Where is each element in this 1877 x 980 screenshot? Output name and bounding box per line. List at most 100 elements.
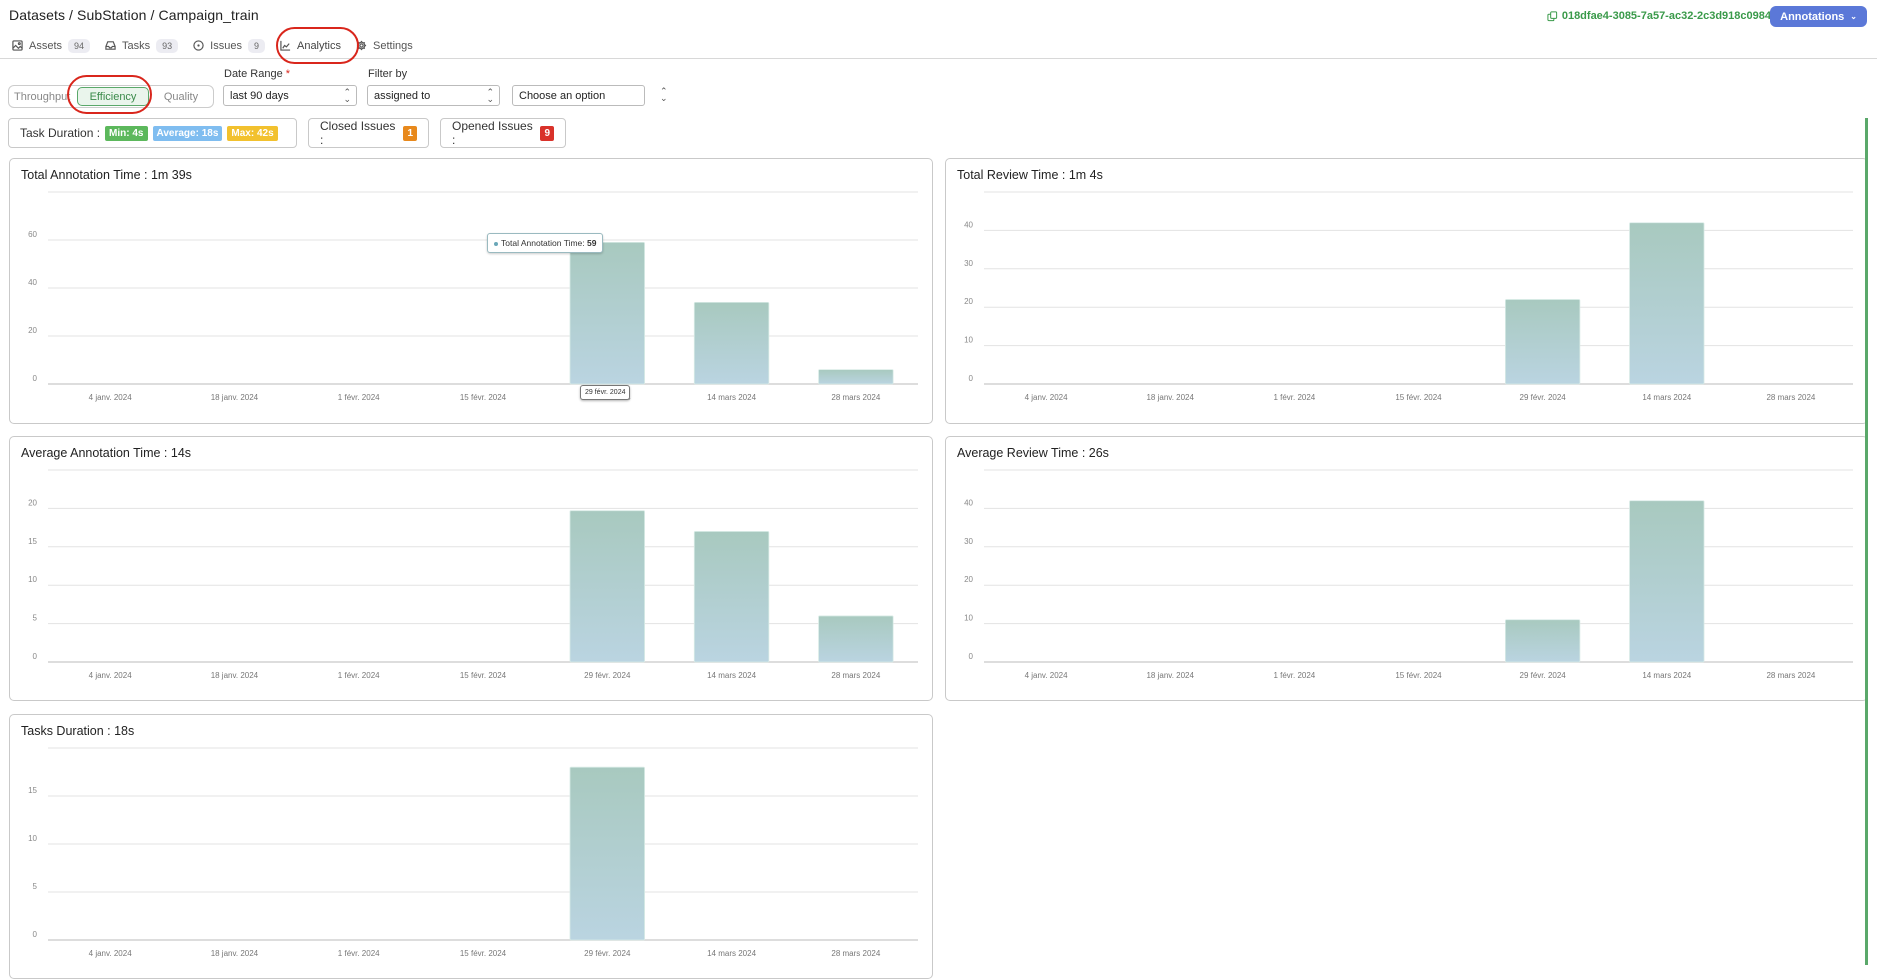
task-duration-label: Task Duration :	[20, 126, 101, 140]
chart-card-total-review-time: Total Review Time : 1m 4s 0 10 20 30 40 4 jan…	[945, 158, 1868, 424]
tab-settings[interactable]: Settings	[356, 40, 413, 52]
view-efficiency[interactable]: Efficiency	[77, 87, 149, 106]
view-switcher: Throughput Efficiency Quality	[8, 85, 214, 108]
y-tick-label: 10	[964, 614, 973, 623]
task-duration-stat: Task Duration : Min: 4s Average: 18s Max…	[8, 118, 297, 148]
tab-count: 93	[156, 38, 179, 53]
x-tick-label: 29 févr. 2024	[1520, 393, 1567, 402]
max-badge: Max: 42s	[227, 125, 278, 141]
bar[interactable]	[1629, 500, 1705, 663]
select-chevrons-icon[interactable]: ⌃ ⌄	[660, 87, 668, 103]
opened-issues-badge: 9	[540, 125, 554, 141]
tab-label: Tasks	[122, 39, 151, 52]
tab-analytics[interactable]: Analytics	[280, 40, 341, 52]
bar[interactable]	[569, 510, 645, 663]
annotations-button[interactable]: Annotations ⌄	[1770, 6, 1867, 27]
opened-issues-label: Opened Issues :	[452, 119, 533, 147]
tab-label: Issues	[210, 39, 242, 52]
bar-chart: 0 10 20 30 40 4 janv. 2024 18 janv. 2024 1 févr…	[964, 191, 1853, 402]
view-throughput[interactable]: Throughput	[9, 86, 77, 107]
series-dot-icon	[494, 241, 498, 246]
x-tick-label: 18 janv. 2024	[1146, 671, 1194, 680]
breadcrumb[interactable]: Datasets / SubStation / Campaign_train	[9, 7, 259, 23]
select-chevrons-icon: ⌃ ⌄	[486, 87, 494, 104]
filter-by-select[interactable]: assigned to ⌃ ⌄	[367, 85, 500, 106]
x-tick-label: 28 mars 2024	[1766, 671, 1815, 680]
x-tick-label: 29 févr. 2024	[584, 949, 631, 958]
bar[interactable]	[569, 242, 645, 385]
x-tick-label: 1 févr. 2024	[1273, 671, 1315, 680]
required-marker: *	[285, 68, 291, 80]
bar[interactable]	[818, 369, 894, 385]
filter-by-value: assigned to	[374, 89, 431, 102]
y-tick-label: 15	[28, 786, 37, 795]
opened-issues-stat: Opened Issues : 9	[440, 118, 566, 148]
x-tick-label: 15 févr. 2024	[1395, 393, 1442, 402]
bar-chart: 0 5 10 15 4 janv. 2024 18 janv. 2024 1 févr. 2…	[28, 747, 918, 958]
x-tick-label: 18 janv. 2024	[211, 671, 259, 680]
x-tick-label: 1 févr. 2024	[338, 671, 380, 680]
bar-chart: 0 20 40 60 4 janv. 2024 18 janv. 2024 1 févr. …	[28, 191, 918, 402]
bar-chart: 0 10 20 30 40 4 janv. 2024 18 janv. 2024 1 févr…	[964, 469, 1853, 680]
x-tick-label: 14 mars 2024	[707, 671, 756, 680]
bar[interactable]	[1629, 222, 1705, 385]
x-tick-label: 15 févr. 2024	[1395, 671, 1442, 680]
bar[interactable]	[693, 531, 770, 663]
x-tick-label: 4 janv. 2024	[89, 393, 133, 402]
y-tick-label: 15	[28, 537, 37, 546]
y-tick-label: 0	[33, 374, 38, 383]
x-tick-label: 28 mars 2024	[831, 393, 880, 402]
y-tick-label: 40	[964, 220, 973, 229]
x-tick-label: 29 févr. 2024	[1520, 671, 1567, 680]
bar[interactable]	[1505, 299, 1581, 385]
tab-issues[interactable]: Issues 9	[193, 38, 265, 53]
chart-card-average-review-time: Average Review Time : 26s 0 10 20 30 40 4 jan…	[945, 436, 1868, 701]
view-quality[interactable]: Quality	[149, 86, 213, 107]
x-tick-label: 14 mars 2024	[1642, 671, 1691, 680]
dataset-id-text: 018dfae4-3085-7a57-ac32-2c3d918c0984	[1561, 10, 1771, 22]
y-tick-label: 20	[964, 575, 973, 584]
tab-label: Analytics	[296, 39, 342, 52]
date-range-select[interactable]: last 90 days ⌃ ⌄	[223, 85, 357, 106]
x-tick-label: 28 mars 2024	[831, 671, 880, 680]
x-tick-label: 4 janv. 2024	[89, 949, 133, 958]
y-tick-label: 10	[28, 575, 37, 584]
x-tick-label: 18 janv. 2024	[211, 949, 259, 958]
chart-card-average-annotation-time: Average Annotation Time : 14s 0 5 10 15 20 4 …	[9, 436, 933, 701]
tooltip-value: 59	[587, 238, 597, 248]
y-tick-label: 20	[28, 498, 37, 507]
y-tick-label: 60	[28, 230, 37, 239]
x-tick-label: 18 janv. 2024	[211, 393, 259, 402]
x-tick-label: 1 févr. 2024	[338, 393, 380, 402]
tab-tasks[interactable]: Tasks 93	[105, 38, 179, 53]
bar[interactable]	[1505, 619, 1581, 663]
scrollbar[interactable]	[1865, 118, 1868, 965]
x-tick-label: 15 févr. 2024	[460, 393, 507, 402]
option-select[interactable]: Choose an option	[512, 85, 645, 106]
top-bar: Datasets / SubStation / Campaign_train 0…	[0, 0, 1877, 30]
dataset-id[interactable]: 018dfae4-3085-7a57-ac32-2c3d918c0984	[1547, 10, 1771, 22]
tab-label: Assets	[29, 39, 63, 52]
select-chevrons-icon: ⌃ ⌄	[343, 87, 351, 104]
tab-count: 94	[68, 38, 91, 53]
x-axis-tooltip: 29 févr. 2024	[580, 385, 631, 400]
tab-label: Settings	[373, 39, 413, 52]
option-placeholder: Choose an option	[519, 89, 606, 102]
tab-assets[interactable]: Assets 94	[12, 38, 91, 53]
min-badge: Min: 4s	[105, 125, 148, 141]
filter-controls: Throughput Efficiency Quality Date Range…	[0, 65, 1877, 114]
bar[interactable]	[569, 766, 645, 941]
y-tick-label: 10	[28, 834, 37, 843]
chart-card-tasks-duration: Tasks Duration : 18s 0 5 10 15 4 janv. 2024 1…	[9, 714, 933, 979]
x-tick-label: 1 févr. 2024	[1273, 393, 1315, 402]
bar[interactable]	[818, 615, 894, 663]
copy-icon	[1547, 10, 1557, 21]
bar[interactable]	[693, 301, 770, 385]
y-tick-label: 0	[33, 652, 38, 661]
date-range-label-text: Date Range	[224, 68, 283, 80]
chevron-down-icon: ⌄	[1850, 12, 1857, 21]
x-tick-label: 14 mars 2024	[1642, 393, 1691, 402]
x-tick-label: 28 mars 2024	[1766, 393, 1815, 402]
y-tick-label: 0	[33, 930, 38, 939]
chart-tooltip: Total Annotation Time: 59	[487, 233, 604, 253]
